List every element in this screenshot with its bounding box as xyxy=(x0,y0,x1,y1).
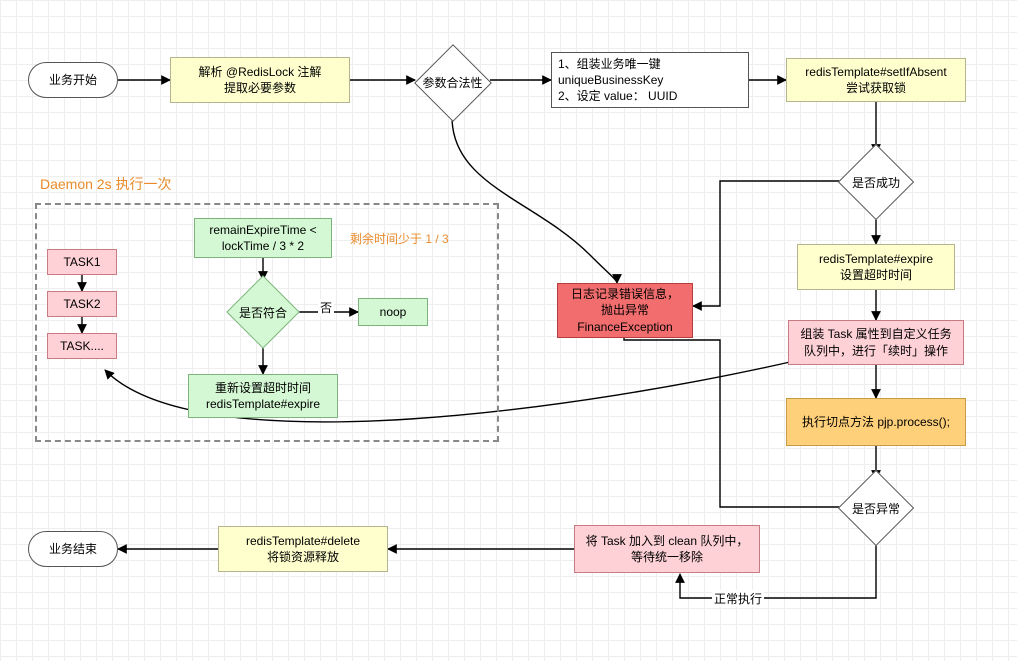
decision-success: 是否成功 xyxy=(838,144,914,220)
terminator-start-label: 业务开始 xyxy=(49,72,97,88)
process-task1: TASK1 xyxy=(47,249,117,275)
process-proceed: 执行切点方法 pjp.process(); xyxy=(786,398,966,446)
process-task1-label: TASK1 xyxy=(63,254,100,270)
process-proceed-label: 执行切点方法 pjp.process(); xyxy=(802,414,950,430)
process-error-label: 日志记录错误信息， 抛出异常 FinanceException xyxy=(571,286,679,335)
annotation-remain: 剩余时间少于 1 / 3 xyxy=(350,230,449,247)
process-build-key-label: 1、组装业务唯一键 uniqueBusinessKey 2、设定 value： … xyxy=(558,56,742,105)
process-remain-check-label: remainExpireTime < lockTime / 3 * 2 xyxy=(209,222,316,254)
decision-arg-check-label: 参数合法性 xyxy=(422,74,482,91)
process-set-if-absent-label: redisTemplate#setIfAbsent 尝试获取锁 xyxy=(805,64,946,96)
process-expire-label: redisTemplate#expire 设置超时时间 xyxy=(819,251,933,283)
process-task2-label: TASK2 xyxy=(63,296,100,312)
terminator-end-label: 业务结束 xyxy=(49,541,97,557)
process-noop-label: noop xyxy=(380,304,407,320)
process-delete: redisTemplate#delete 将锁资源释放 xyxy=(218,526,388,572)
process-re-expire-label: 重新设置超时时间 redisTemplate#expire xyxy=(206,380,320,412)
daemon-group-title: Daemon 2s 执行一次 xyxy=(40,174,171,194)
process-task-n: TASK.... xyxy=(47,333,117,359)
process-queue-task: 组装 Task 属性到自定义任务队列中，进行「续时」操作 xyxy=(788,320,964,365)
process-remain-check: remainExpireTime < lockTime / 3 * 2 xyxy=(194,218,332,258)
process-parse: 解析 @RedisLock 注解 提取必要参数 xyxy=(170,57,350,103)
decision-exception-label: 是否异常 xyxy=(852,500,900,517)
edge-label-normal: 正常执行 xyxy=(712,590,764,607)
decision-arg-check: 参数合法性 xyxy=(415,45,490,120)
process-clean-task-label: 将 Task 加入到 clean 队列中，等待统一移除 xyxy=(581,533,753,565)
process-set-if-absent: redisTemplate#setIfAbsent 尝试获取锁 xyxy=(786,58,966,102)
process-error: 日志记录错误信息， 抛出异常 FinanceException xyxy=(557,283,693,338)
process-queue-task-label: 组装 Task 属性到自定义任务队列中，进行「续时」操作 xyxy=(795,326,957,358)
decision-success-label: 是否成功 xyxy=(852,174,900,191)
process-re-expire: 重新设置超时时间 redisTemplate#expire xyxy=(188,374,338,418)
decision-match: 是否符合 xyxy=(227,276,299,348)
edge-label-no: 否 xyxy=(318,299,334,316)
process-parse-label: 解析 @RedisLock 注解 提取必要参数 xyxy=(199,64,322,96)
process-clean-task: 将 Task 加入到 clean 队列中，等待统一移除 xyxy=(574,525,760,573)
process-task-n-label: TASK.... xyxy=(60,338,104,354)
process-noop: noop xyxy=(358,298,428,326)
terminator-end: 业务结束 xyxy=(28,531,118,567)
process-delete-label: redisTemplate#delete 将锁资源释放 xyxy=(246,533,360,565)
process-task2: TASK2 xyxy=(47,291,117,317)
decision-exception: 是否异常 xyxy=(838,470,914,546)
process-build-key: 1、组装业务唯一键 uniqueBusinessKey 2、设定 value： … xyxy=(551,52,749,108)
terminator-start: 业务开始 xyxy=(28,62,118,98)
flowchart-diagram: 业务开始 解析 @RedisLock 注解 提取必要参数 参数合法性 1、组装业… xyxy=(0,0,1017,661)
process-expire: redisTemplate#expire 设置超时时间 xyxy=(797,244,955,290)
decision-match-label: 是否符合 xyxy=(239,304,287,321)
